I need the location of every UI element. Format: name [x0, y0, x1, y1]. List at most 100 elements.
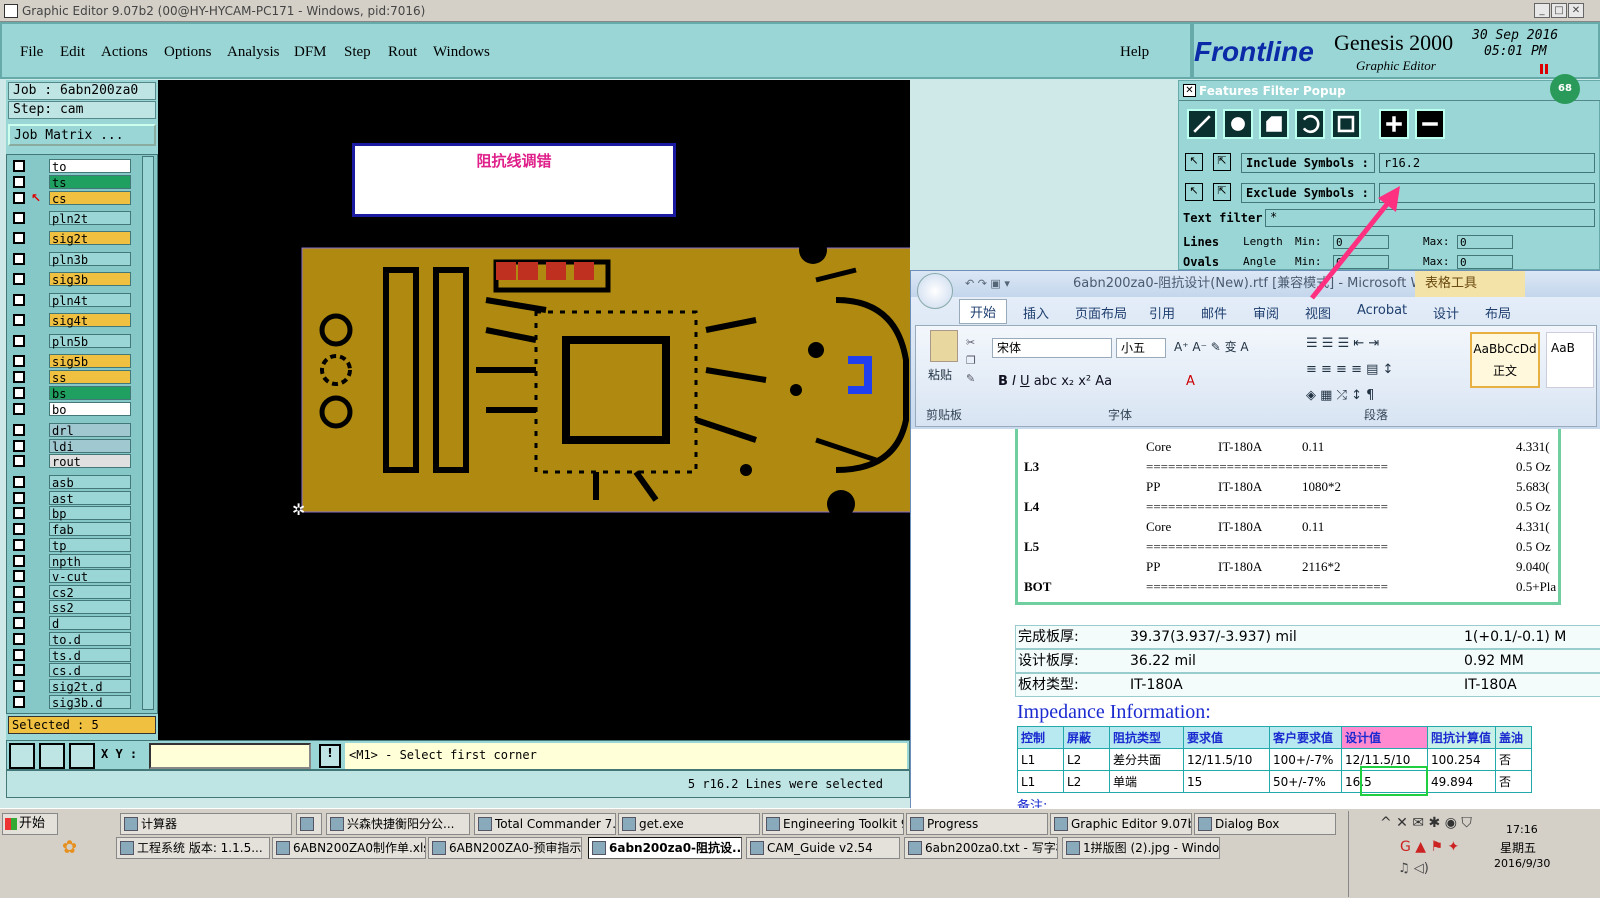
layer-row-ldi[interactable]: ldi — [11, 439, 133, 454]
alert-icon[interactable]: ! — [319, 744, 341, 768]
layer-name[interactable]: ss — [49, 370, 131, 385]
tab-design[interactable]: 设计 — [1433, 303, 1459, 322]
layer-row-bp[interactable]: bp — [11, 506, 133, 521]
length-max-input[interactable]: 0 — [1457, 235, 1513, 249]
layer-checkbox[interactable] — [13, 455, 25, 467]
font-name-select[interactable]: 宋体 — [992, 338, 1112, 358]
task-button[interactable] — [296, 813, 322, 835]
layer-row-v-cut[interactable]: v-cut — [11, 569, 133, 584]
job-matrix-button[interactable]: Job Matrix ... — [8, 124, 156, 146]
layer-name[interactable]: bo — [49, 402, 131, 417]
layer-row-rout[interactable]: rout — [11, 454, 133, 469]
layer-row-pln4t[interactable]: pln4t — [11, 293, 133, 308]
style-normal[interactable]: AaBbCcDd 正文 — [1470, 332, 1540, 388]
task-button[interactable]: get.exe — [618, 813, 760, 835]
layer-name[interactable]: sig3b.d — [49, 695, 131, 710]
layer-row-pln3b[interactable]: pln3b — [11, 252, 133, 267]
task-button[interactable]: Graphic Editor 9.07b2... — [1050, 813, 1192, 835]
tab-insert[interactable]: 插入 — [1023, 303, 1049, 322]
menu-actions[interactable]: Actions — [101, 44, 148, 61]
angle-max-input[interactable]: 0 — [1457, 255, 1513, 269]
tab-review[interactable]: 审阅 — [1253, 303, 1279, 322]
layer-row-bo[interactable]: bo — [11, 402, 133, 417]
align-buttons[interactable]: ≡ ≡ ≡ ≡ ▤ ↕ — [1306, 362, 1393, 377]
layer-row-ss2[interactable]: ss2 — [11, 600, 133, 615]
layer-checkbox[interactable] — [13, 633, 25, 645]
layer-checkbox[interactable] — [13, 476, 25, 488]
layer-name[interactable]: ss2 — [49, 600, 131, 615]
badge-68[interactable]: 68 — [1550, 74, 1580, 104]
menu-dfm[interactable]: DFM — [294, 44, 327, 61]
layer-name[interactable]: pln5b — [49, 334, 131, 349]
layer-name[interactable]: pln4t — [49, 293, 131, 308]
layer-checkbox[interactable] — [13, 232, 25, 244]
task-button[interactable]: 6ABN200ZA0制作单.xls ... — [272, 837, 426, 859]
office-button[interactable] — [917, 273, 953, 309]
layer-name[interactable]: cs2 — [49, 585, 131, 600]
layer-name[interactable]: ts.d — [49, 648, 131, 663]
layer-name[interactable]: asb — [49, 475, 131, 490]
task-button[interactable]: Engineering Toolkit 9.... — [762, 813, 904, 835]
layer-row-drl[interactable]: drl — [11, 423, 133, 438]
layer-name[interactable]: sig4t — [49, 313, 131, 328]
tab-page-layout[interactable]: 页面布局 — [1075, 303, 1127, 322]
layer-scrollbar[interactable] — [142, 156, 154, 710]
layer-checkbox[interactable] — [13, 371, 25, 383]
layer-row-sig3b.d[interactable]: sig3b.d — [11, 695, 133, 710]
layer-name[interactable]: bs — [49, 386, 131, 401]
word-document[interactable]: Core IT-180A 0.11 4.331(L3 =================… — [911, 429, 1600, 814]
layer-checkbox[interactable] — [13, 314, 25, 326]
negative-polarity-icon[interactable] — [1415, 109, 1445, 139]
menu-options[interactable]: Options — [164, 44, 212, 61]
layer-name[interactable]: ts — [49, 175, 131, 190]
task-button[interactable]: Dialog Box — [1194, 813, 1336, 835]
menu-help[interactable]: Help — [1120, 44, 1149, 61]
paste-icon[interactable] — [930, 330, 958, 362]
task-button[interactable]: 兴森快捷衡阳分公... — [326, 813, 470, 835]
layer-row-ts.d[interactable]: ts.d — [11, 648, 133, 663]
exclude-symbols-input[interactable] — [1379, 183, 1595, 203]
tab-mailings[interactable]: 邮件 — [1201, 303, 1227, 322]
pad-tool-icon[interactable] — [1223, 109, 1253, 139]
quick-access-toolbar[interactable]: ↶ ↷ ▣ ▾ — [965, 271, 1010, 297]
line-tool-icon[interactable] — [1187, 109, 1217, 139]
menu-edit[interactable]: Edit — [60, 44, 85, 61]
layer-row-npth[interactable]: npth — [11, 554, 133, 569]
task-button[interactable]: 6abn200za0-阻抗设... — [588, 837, 742, 859]
include-symbols-input[interactable]: r16.2 — [1379, 153, 1595, 173]
lines-checkbox[interactable]: Lines — [1183, 235, 1219, 249]
layer-name[interactable]: pln2t — [49, 211, 131, 226]
layer-name[interactable]: sig5b — [49, 354, 131, 369]
format-buttons[interactable]: B I U abc x₂ x² Aa — [998, 374, 1112, 389]
layer-checkbox[interactable] — [13, 507, 25, 519]
snap-icon[interactable] — [9, 743, 35, 769]
layer-name[interactable]: npth — [49, 554, 131, 569]
task-button[interactable]: CAM_Guide v2.54 — [746, 837, 900, 859]
volume-icon[interactable]: ♫ ◁) — [1398, 861, 1429, 876]
layer-checkbox[interactable] — [13, 664, 25, 676]
menu-file[interactable]: File — [20, 44, 43, 61]
layer-row-ts[interactable]: ts — [11, 175, 133, 190]
layer-row-fab[interactable]: fab — [11, 522, 133, 537]
layer-name[interactable]: sig3b — [49, 272, 131, 287]
layer-row-cs2[interactable]: cs2 — [11, 585, 133, 600]
layer-checkbox[interactable] — [13, 192, 25, 204]
layer-name[interactable]: ast — [49, 491, 131, 506]
layer-name[interactable]: d — [49, 616, 131, 631]
layer-name[interactable]: sig2t — [49, 231, 131, 246]
menu-analysis[interactable]: Analysis — [227, 44, 280, 61]
tray-icons-row2[interactable]: G ▲ ⚑ ✦ — [1400, 839, 1459, 855]
layer-checkbox[interactable] — [13, 586, 25, 598]
layer-checkbox[interactable] — [13, 253, 25, 265]
layer-checkbox[interactable] — [13, 539, 25, 551]
layer-name[interactable]: cs — [49, 191, 131, 206]
layer-row-d[interactable]: d — [11, 616, 133, 631]
font-tools-icons[interactable]: A⁺ A⁻ ✎ 变 A — [1174, 338, 1249, 355]
layer-row-ast[interactable]: ast — [11, 491, 133, 506]
include-pick-icon[interactable]: ↖ — [1185, 153, 1203, 171]
xy-input[interactable] — [149, 743, 311, 769]
layer-row-asb[interactable]: asb — [11, 475, 133, 490]
layer-row-bs[interactable]: bs — [11, 386, 133, 401]
layer-name[interactable]: to.d — [49, 632, 131, 647]
layer-checkbox[interactable] — [13, 492, 25, 504]
